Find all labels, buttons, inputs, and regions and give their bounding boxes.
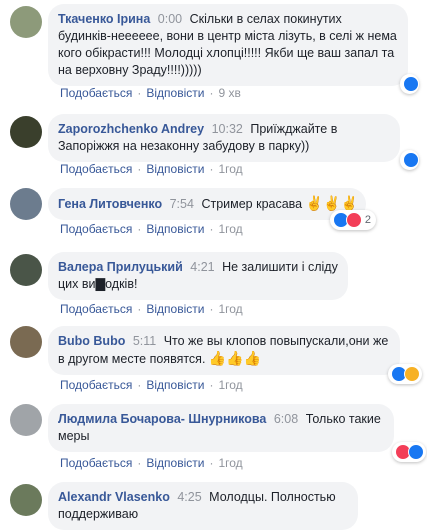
comment-time[interactable]: 6:08 bbox=[274, 412, 298, 426]
comment-age[interactable]: 1год bbox=[218, 302, 242, 316]
comment-bubble: Bubo Bubo 5:11 Что же вы клопов повыпуск… bbox=[48, 326, 400, 375]
comment-bubble: Гена Литовченко 7:54 Стример красава ✌️✌… bbox=[48, 188, 366, 220]
comment-author[interactable]: Zaporozhchenko Andrey bbox=[58, 122, 204, 136]
reaction-summary[interactable] bbox=[400, 150, 419, 170]
reaction-count: 2 bbox=[364, 214, 371, 226]
comment-author[interactable]: Людмила Бочарова- Шнурникова bbox=[58, 412, 266, 426]
comment-actions: Подобається · Відповісти · 1год bbox=[60, 456, 243, 470]
like-link[interactable]: Подобається bbox=[60, 162, 132, 176]
avatar[interactable] bbox=[10, 484, 42, 516]
comment-bubble: Zaporozhchenko Andrey 10:32 Приїжджайте … bbox=[48, 114, 400, 162]
like-reaction-icon bbox=[408, 444, 424, 460]
comment-bubble: Ткаченко Ірина 0:00 Скільки в селах поки… bbox=[48, 4, 408, 86]
comment-actions: Подобається · Відповісти · 1год bbox=[60, 302, 243, 316]
avatar[interactable] bbox=[10, 254, 42, 286]
reply-link[interactable]: Відповісти bbox=[146, 162, 204, 176]
avatar[interactable] bbox=[10, 404, 42, 436]
comment-time[interactable]: 7:54 bbox=[170, 197, 194, 211]
comment-time[interactable]: 5:11 bbox=[133, 334, 156, 348]
comment-text: Стример красава bbox=[201, 197, 303, 211]
thumbs-up-icon: 👍👍👍 bbox=[208, 350, 262, 366]
comment-age[interactable]: 1год bbox=[218, 162, 242, 176]
like-link[interactable]: Подобається bbox=[60, 86, 132, 100]
sad-reaction-icon bbox=[404, 366, 420, 382]
comment-time[interactable]: 0:00 bbox=[158, 12, 182, 26]
avatar[interactable] bbox=[10, 188, 42, 220]
avatar[interactable] bbox=[10, 326, 42, 358]
reply-link[interactable]: Відповісти bbox=[146, 302, 204, 316]
comment-time[interactable]: 10:32 bbox=[212, 122, 243, 136]
comment-bubble: Alexandr Vlasenko 4:25 Молодцы. Полность… bbox=[48, 482, 358, 530]
like-link[interactable]: Подобається bbox=[60, 378, 132, 392]
reply-link[interactable]: Відповісти bbox=[146, 86, 204, 100]
reply-link[interactable]: Відповісти bbox=[146, 456, 204, 470]
comment-age[interactable]: 1год bbox=[218, 222, 242, 236]
reaction-summary[interactable] bbox=[392, 442, 426, 462]
comment-time[interactable]: 4:25 bbox=[177, 490, 201, 504]
like-link[interactable]: Подобається bbox=[60, 222, 132, 236]
reaction-summary[interactable] bbox=[400, 74, 419, 94]
reaction-summary[interactable]: 2 bbox=[330, 210, 376, 230]
comment-age[interactable]: 1год bbox=[218, 456, 242, 470]
reaction-summary[interactable] bbox=[388, 364, 422, 384]
comment-bubble: Людмила Бочарова- Шнурникова 6:08 Только… bbox=[48, 404, 394, 452]
comment-actions: Подобається · Відповісти · 1год bbox=[60, 162, 243, 176]
like-link[interactable]: Подобається bbox=[60, 456, 132, 470]
comment-author[interactable]: Гена Литовченко bbox=[58, 197, 162, 211]
avatar[interactable] bbox=[10, 6, 42, 38]
comment-time[interactable]: 4:21 bbox=[190, 260, 214, 274]
love-reaction-icon bbox=[345, 212, 362, 228]
like-reaction-icon bbox=[403, 152, 419, 168]
like-reaction-icon bbox=[403, 76, 419, 92]
comment-bubble: Валера Прилуцький 4:21 Не залишити і слі… bbox=[48, 252, 348, 300]
comment-age[interactable]: 9 хв bbox=[218, 86, 240, 100]
reply-link[interactable]: Відповісти bbox=[146, 378, 204, 392]
reply-link[interactable]: Відповісти bbox=[146, 222, 204, 236]
comment-actions: Подобається · Відповісти · 1год bbox=[60, 378, 243, 392]
avatar[interactable] bbox=[10, 116, 42, 148]
comment-actions: Подобається · Відповісти · 1год bbox=[60, 222, 243, 236]
like-link[interactable]: Подобається bbox=[60, 302, 132, 316]
comment-author[interactable]: Bubo Bubo bbox=[58, 334, 125, 348]
comment-author[interactable]: Валера Прилуцький bbox=[58, 260, 183, 274]
comment-actions: Подобається · Відповісти · 9 хв bbox=[60, 86, 241, 100]
comment-author[interactable]: Ткаченко Ірина bbox=[58, 12, 150, 26]
comment-age[interactable]: 1год bbox=[218, 378, 242, 392]
comment-author[interactable]: Alexandr Vlasenko bbox=[58, 490, 170, 504]
